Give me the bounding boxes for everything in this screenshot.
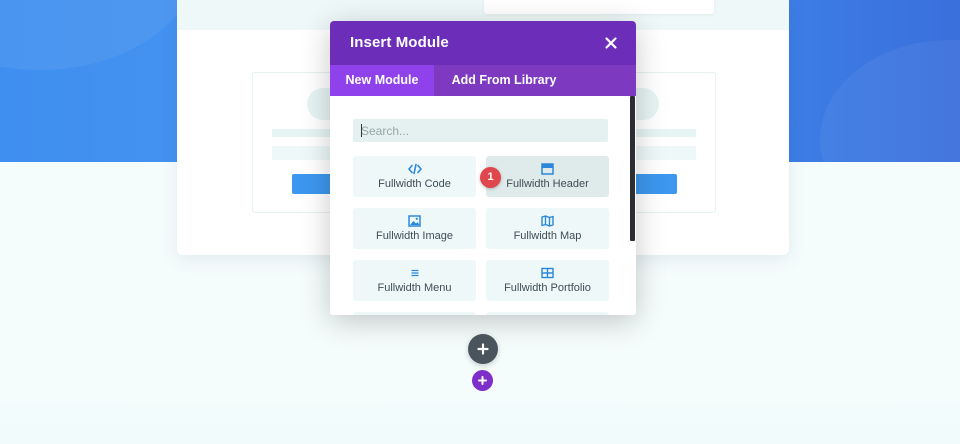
card-top-placeholder	[484, 0, 714, 14]
add-row-button[interactable]	[468, 334, 498, 364]
module-tile-partial	[486, 312, 609, 315]
tab-add-from-library[interactable]: Add From Library	[434, 65, 574, 96]
module-fullwidth-header[interactable]: Fullwidth Header	[486, 156, 609, 197]
module-label: Fullwidth Map	[513, 230, 582, 242]
dialog-title: Insert Module	[350, 34, 449, 51]
search-input[interactable]	[353, 119, 608, 142]
tab-new-module[interactable]: New Module	[330, 65, 434, 96]
map-icon	[541, 215, 554, 227]
placeholder-button	[292, 174, 334, 194]
module-fullwidth-code[interactable]: Fullwidth Code	[353, 156, 476, 197]
plus-icon	[477, 343, 489, 355]
step-number-badge: 1	[480, 167, 501, 188]
background-shape	[820, 40, 960, 162]
placeholder-button	[633, 174, 677, 194]
module-label: Fullwidth Menu	[377, 282, 452, 294]
module-fullwidth-image[interactable]: Fullwidth Image	[353, 208, 476, 249]
module-tile-partial	[353, 312, 476, 315]
module-fullwidth-menu[interactable]: Fullwidth Menu	[353, 260, 476, 301]
menu-icon	[411, 269, 418, 277]
image-icon	[408, 215, 421, 227]
background-shape	[0, 0, 200, 70]
dialog-header: Insert Module	[330, 21, 636, 65]
code-icon	[407, 163, 422, 175]
close-icon	[605, 37, 617, 49]
header-layout-icon	[541, 163, 554, 175]
module-label: Fullwidth Header	[506, 178, 589, 190]
module-label: Fullwidth Code	[378, 178, 451, 190]
add-section-button[interactable]	[472, 370, 493, 391]
dialog-body: Fullwidth Code Fullwidth Header Fullwidt…	[330, 96, 636, 315]
scrollbar[interactable]	[630, 96, 635, 241]
module-fullwidth-portfolio[interactable]: Fullwidth Portfolio	[486, 260, 609, 301]
plus-icon	[478, 376, 487, 385]
module-fullwidth-map[interactable]: Fullwidth Map	[486, 208, 609, 249]
module-label: Fullwidth Image	[375, 230, 454, 242]
module-label: Fullwidth Portfolio	[504, 282, 591, 294]
close-button[interactable]	[601, 33, 621, 53]
portfolio-grid-icon	[541, 267, 554, 279]
text-cursor	[361, 124, 362, 137]
insert-module-dialog: Insert Module New Module Add From Librar…	[330, 21, 636, 315]
dialog-tabs: New Module Add From Library	[330, 65, 636, 96]
